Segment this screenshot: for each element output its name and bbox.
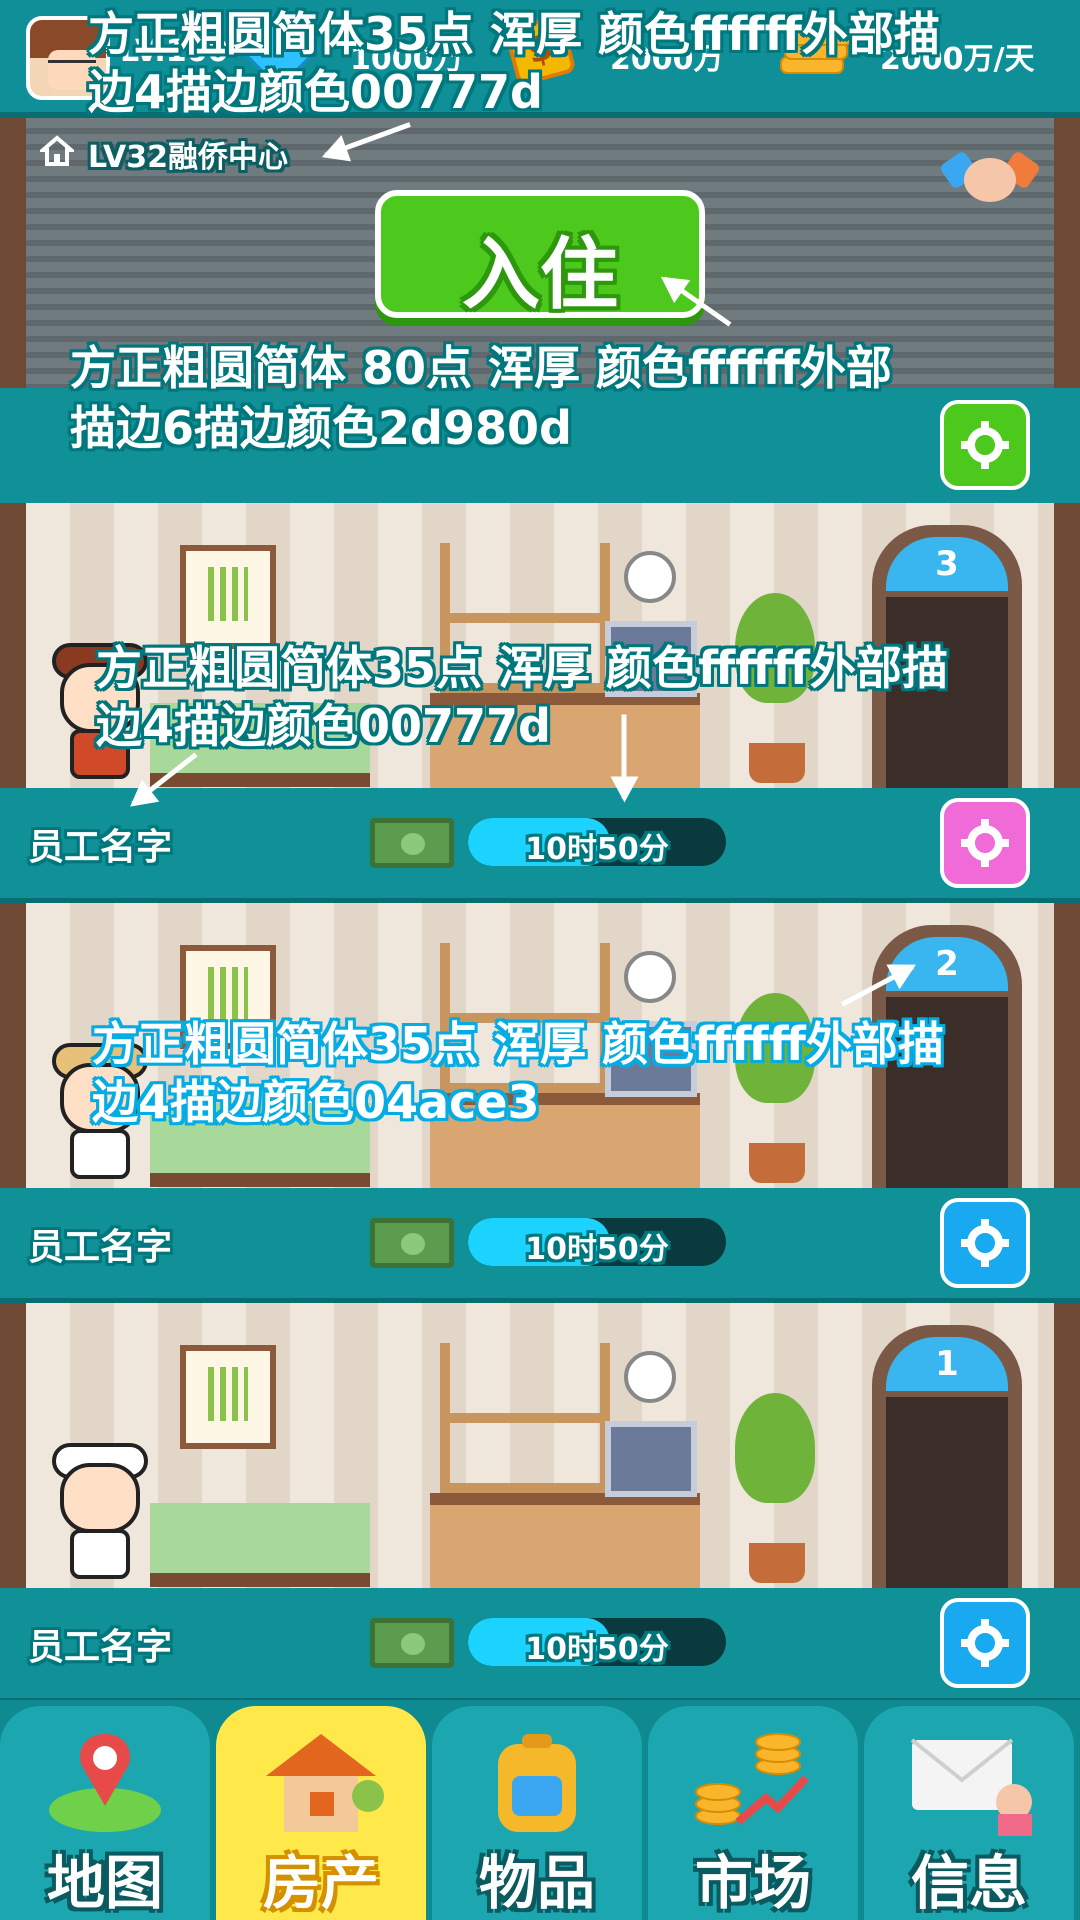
cash-icon — [370, 1618, 454, 1668]
cash-icon — [370, 818, 454, 868]
staff-name: 员工名字 — [28, 1227, 173, 1268]
clock-icon — [624, 1351, 676, 1403]
room-settings-button[interactable] — [940, 798, 1030, 888]
staff-name: 员工名字 — [28, 827, 173, 868]
annotation-top-line1: 方正粗圆简体35点 浑厚 颜色ffffff外部描 — [88, 7, 940, 61]
door-number: 1 — [886, 1337, 1008, 1391]
desk — [430, 1493, 700, 1595]
work-timer: 10时50分 — [468, 818, 726, 866]
app-root: LV.100 1000万 $ 2000万 2000万/天 LV32融侨中心 入住 — [0, 0, 1080, 1920]
room-settings-button[interactable] — [940, 1198, 1030, 1288]
clock-icon — [624, 551, 676, 603]
room-settings-button[interactable] — [940, 1598, 1030, 1688]
nav-property[interactable]: 房产 — [216, 1706, 426, 1920]
map-pin-icon — [49, 1734, 161, 1832]
room-info-band: 员工名字 10时50分 — [0, 1188, 1080, 1306]
nav-market[interactable]: 市场 — [648, 1706, 858, 1920]
bottom-nav: 地图 房产 物品 市场 信息 — [0, 1700, 1080, 1920]
annotation-room2-line1: 方正粗圆简体35点 浑厚 颜色ffffff外部描 — [92, 1017, 944, 1071]
gear-icon — [961, 819, 1009, 867]
nav-items[interactable]: 物品 — [432, 1706, 642, 1920]
annotation-enter-line2: 描边6描边颜色2d980d — [70, 401, 572, 455]
timer-label: 10时50分 — [525, 1232, 669, 1266]
work-timer: 10时50分 — [468, 1218, 726, 1266]
nav-map[interactable]: 地图 — [0, 1706, 210, 1920]
room-1[interactable]: 1 员工名字 10时50分 — [0, 1303, 1080, 1706]
nav-info[interactable]: 信息 — [864, 1706, 1074, 1920]
cactus-picture — [180, 545, 276, 649]
annotation-enter-line1: 方正粗圆简体 80点 浑厚 颜色ffffff外部 — [70, 341, 892, 395]
enter-button[interactable]: 入住 — [375, 190, 705, 320]
nav-label: 房产 — [262, 1849, 379, 1917]
annotation-arrow — [621, 714, 627, 799]
gear-icon — [961, 421, 1009, 469]
gear-icon — [961, 1219, 1009, 1267]
house-icon — [266, 1734, 384, 1832]
monitor-icon — [605, 1421, 697, 1497]
timer-label: 10时50分 — [525, 1632, 669, 1666]
door-number: 3 — [886, 537, 1008, 591]
cactus-picture — [180, 1345, 276, 1449]
cash-icon — [370, 1218, 454, 1268]
room-info-band: 员工名字 10时50分 — [0, 788, 1080, 906]
nav-label: 信息 — [910, 1849, 1027, 1917]
annotation-top-line2: 边4描边颜色00777d — [88, 65, 543, 119]
coins-chart-icon — [695, 1733, 809, 1826]
work-timer: 10时50分 — [468, 1618, 726, 1666]
nav-label: 物品 — [478, 1849, 595, 1917]
gear-icon — [961, 1619, 1009, 1667]
annotation-room3-line2: 边4描边颜色00777d — [96, 699, 551, 753]
settings-button[interactable] — [940, 400, 1030, 490]
backpack-icon — [498, 1734, 576, 1832]
door-1[interactable]: 1 — [872, 1325, 1022, 1588]
plant-icon — [735, 1393, 815, 1583]
nav-label: 地图 — [46, 1849, 163, 1917]
timer-label: 10时50分 — [525, 832, 669, 866]
house-icon — [40, 135, 74, 166]
staff-name: 员工名字 — [28, 1627, 173, 1668]
handshake-icon[interactable] — [940, 136, 1040, 214]
bed — [150, 1503, 370, 1587]
enter-button-label: 入住 — [461, 230, 618, 320]
nav-label: 市场 — [694, 1849, 811, 1917]
mail-icon — [910, 1738, 1032, 1836]
building-label: LV32融侨中心 — [88, 140, 288, 175]
annotation-room2-line2: 边4描边颜色04ace3 — [92, 1075, 540, 1129]
staff-character[interactable] — [40, 1443, 160, 1588]
annotation-room3-line1: 方正粗圆简体35点 浑厚 颜色ffffff外部描 — [96, 641, 948, 695]
clock-icon — [624, 951, 676, 1003]
room-info-band: 员工名字 10时50分 — [0, 1588, 1080, 1706]
